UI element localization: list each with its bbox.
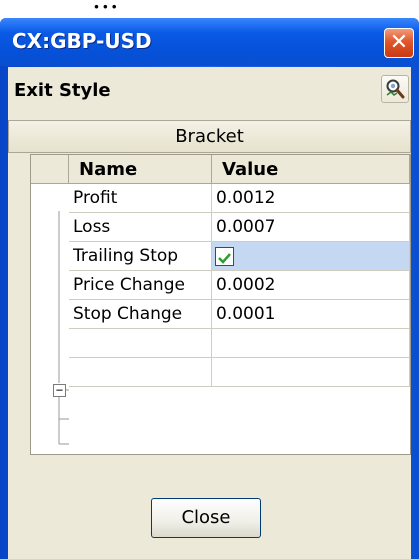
empty-row-name xyxy=(69,329,212,358)
exit-style-label: Exit Style xyxy=(14,80,111,101)
title-bar: CX:GBP-USD ✕ xyxy=(0,18,419,66)
tree-connector-lines xyxy=(58,211,69,445)
row-value-price-change[interactable]: 0.0002 xyxy=(212,271,410,300)
column-header-value[interactable]: Value xyxy=(212,155,410,184)
row-value-stop-change[interactable]: 0.0001 xyxy=(212,300,410,329)
top-caption-text: ... xyxy=(92,0,119,15)
empty-row-value xyxy=(212,329,410,358)
dialog-window: CX:GBP-USD ✕ Exit Style Bracket Name Val… xyxy=(0,18,419,559)
row-name-price-change: Price Change xyxy=(69,271,212,300)
empty-row-name xyxy=(69,358,212,387)
collapse-toggle-icon[interactable]: − xyxy=(53,384,66,397)
checkmark-icon xyxy=(218,253,231,264)
window-title: CX:GBP-USD xyxy=(12,29,152,53)
close-button[interactable]: Close xyxy=(151,498,261,538)
trailing-stop-checkbox[interactable] xyxy=(215,247,234,266)
window-close-icon[interactable]: ✕ xyxy=(384,28,414,58)
magnifier-icon[interactable] xyxy=(381,75,409,103)
row-value-trailing-stop[interactable] xyxy=(212,242,410,271)
bracket-button[interactable]: Bracket xyxy=(8,120,411,153)
top-caption-clip: ... xyxy=(0,0,419,20)
row-value-loss[interactable]: 0.0007 xyxy=(212,213,410,242)
exit-style-grid: Name Value − Profit 0.0012 Loss 0.0007 T… xyxy=(30,154,411,455)
row-name-loss: Loss xyxy=(69,213,212,242)
row-value-profit[interactable]: 0.0012 xyxy=(212,184,410,213)
row-name-trailing-stop: Trailing Stop xyxy=(69,242,212,271)
row-name-profit: Profit xyxy=(69,184,212,213)
column-header-name[interactable]: Name xyxy=(69,155,212,184)
empty-row-value xyxy=(212,358,410,387)
dialog-client-area: Exit Style Bracket Name Value − Profit 0… xyxy=(8,67,411,559)
row-name-stop-change: Stop Change xyxy=(69,300,212,329)
